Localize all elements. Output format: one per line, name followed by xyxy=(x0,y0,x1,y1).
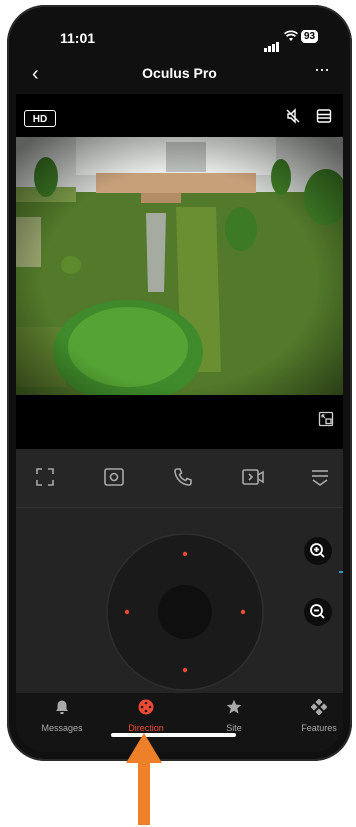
app-screen: 11:01 93 ‹ Oculus Pro ··· HD Messages Di… xyxy=(16,14,343,752)
side-panel-indicator xyxy=(339,571,343,573)
picture-in-picture-icon[interactable] xyxy=(318,411,334,432)
tab-label-messages: Messages xyxy=(41,723,83,733)
star-icon xyxy=(226,699,242,714)
tab-site[interactable]: Site xyxy=(194,699,274,733)
battery-indicator: 93 xyxy=(301,30,319,43)
speaker-mute-icon[interactable] xyxy=(285,108,301,129)
nav-bar: ‹ Oculus Pro ··· xyxy=(16,54,343,94)
more-options-icon[interactable]: ··· xyxy=(314,59,330,80)
phone-frame: 11:01 93 ‹ Oculus Pro ··· HD Messages Di… xyxy=(7,5,352,761)
fullscreen-icon[interactable] xyxy=(34,466,56,493)
snapshot-icon[interactable] xyxy=(103,466,125,493)
tab-label-direction: Direction xyxy=(128,723,164,733)
tab-features[interactable]: Features xyxy=(279,698,343,733)
bell-icon xyxy=(56,700,68,714)
direction-icon xyxy=(138,699,154,715)
tab-direction[interactable]: Direction xyxy=(106,699,186,733)
zoom-out-button[interactable] xyxy=(304,598,332,626)
ptz-control-panel xyxy=(16,508,343,693)
tab-label-features: Features xyxy=(301,723,337,733)
bottom-tab-bar: Messages Direction Site Features xyxy=(16,693,343,752)
features-icon xyxy=(310,698,328,716)
status-time: 11:01 xyxy=(60,30,96,46)
record-video-icon[interactable] xyxy=(241,466,265,493)
direction-joystick[interactable] xyxy=(105,532,265,692)
collapse-toolbar-icon[interactable] xyxy=(309,466,331,493)
cellular-signal-icon xyxy=(264,34,280,52)
camera-live-view[interactable] xyxy=(16,137,343,395)
annotation-arrow-icon xyxy=(126,733,162,825)
media-toolbar xyxy=(16,449,343,508)
tab-label-site: Site xyxy=(226,723,242,733)
channel-list-icon[interactable] xyxy=(316,108,332,129)
video-bottom-bar xyxy=(16,395,343,449)
hd-quality-button[interactable]: HD xyxy=(24,110,56,127)
zoom-in-button[interactable] xyxy=(304,537,332,565)
status-bar: 11:01 93 xyxy=(16,14,343,54)
page-title: Oculus Pro xyxy=(142,65,217,81)
call-icon[interactable] xyxy=(172,466,194,493)
wifi-icon xyxy=(284,30,298,45)
tab-messages[interactable]: Messages xyxy=(22,699,102,733)
video-top-bar: HD xyxy=(16,94,343,137)
